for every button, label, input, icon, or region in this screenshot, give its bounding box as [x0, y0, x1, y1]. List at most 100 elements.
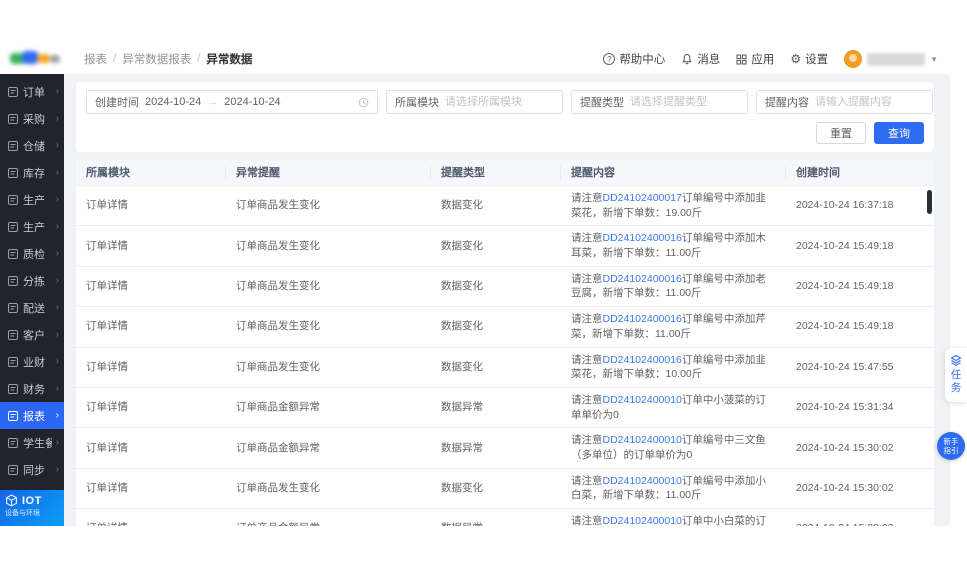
- chevron-right-icon: ›: [56, 248, 59, 259]
- messages-button[interactable]: 消息: [681, 51, 720, 67]
- sidebar-item-sync[interactable]: 同步 ›: [0, 456, 64, 483]
- table-row[interactable]: 订单详情 订单商品发生变化 数据变化 请注意DD24102400016订单编号中…: [76, 348, 934, 388]
- iot-badge[interactable]: IOT 设备与环境: [0, 490, 64, 526]
- order-number-link[interactable]: DD24102400016: [603, 232, 682, 244]
- order-number-link[interactable]: DD24102400016: [603, 354, 682, 366]
- sidebar-item-label: 客户: [23, 327, 52, 343]
- guide-float-button[interactable]: 新手 指引: [937, 432, 965, 460]
- bell-icon: [681, 53, 693, 65]
- module-select-input[interactable]: [445, 96, 554, 108]
- date-range-arrow: →: [207, 96, 218, 108]
- reset-button[interactable]: 重置: [816, 122, 866, 144]
- table-row[interactable]: 订单详情 订单商品金额异常 数据异常 请注意DD24102400010订单中小白…: [76, 509, 934, 526]
- table-row[interactable]: 订单详情 订单商品发生变化 数据变化 请注意DD24102400010订单编号中…: [76, 469, 934, 509]
- order-number-link[interactable]: DD24102400010: [603, 475, 682, 487]
- cell-alert: 订单商品发生变化: [226, 476, 431, 501]
- sidebar-item-production-2[interactable]: 生产 ›: [0, 213, 64, 240]
- sidebar-item-customers[interactable]: 客户 ›: [0, 321, 64, 348]
- sidebar-item-inventory[interactable]: 库存 ›: [0, 159, 64, 186]
- module-select[interactable]: 所属模块: [386, 90, 563, 114]
- sidebar-item-label: 订单: [23, 84, 52, 100]
- help-icon: ?: [603, 53, 615, 65]
- main-content: 创建时间 2024-10-24 → 2024-10-24 所属模块: [64, 74, 950, 526]
- order-number-link[interactable]: DD24102400016: [603, 313, 682, 325]
- sidebar-item-business-finance[interactable]: 业财 ›: [0, 348, 64, 375]
- order-number-link[interactable]: DD24102400010: [603, 434, 682, 446]
- module-label: 所属模块: [395, 94, 439, 110]
- cell-module: 订单详情: [76, 234, 226, 259]
- task-tab-label: 任务: [950, 369, 962, 395]
- breadcrumb-item[interactable]: 报表: [84, 51, 107, 67]
- sidebar-item-delivery[interactable]: 配送 ›: [0, 294, 64, 321]
- settings-button[interactable]: ⚙ 设置: [790, 51, 828, 67]
- cell-type: 数据变化: [431, 476, 561, 501]
- date-from-value[interactable]: 2024-10-24: [145, 96, 201, 108]
- sidebar-item-orders[interactable]: 订单 ›: [0, 78, 64, 105]
- order-number-link[interactable]: DD24102400010: [603, 394, 682, 406]
- menu-icon: [7, 86, 19, 98]
- order-number-link[interactable]: DD24102400016: [603, 273, 682, 285]
- scrollbar-thumb[interactable]: [927, 190, 932, 214]
- chevron-right-icon: ›: [56, 194, 59, 205]
- cell-time: 2024-10-24 16:37:18: [786, 193, 934, 218]
- table-row[interactable]: 订单详情 订单商品金额异常 数据异常 请注意DD24102400010订单编号中…: [76, 428, 934, 468]
- sidebar-item-reports[interactable]: 报表 ›: [0, 402, 64, 429]
- cell-content: 请注意DD24102400017订单编号中添加韭菜花，新增下单数：19.00斤: [561, 186, 786, 225]
- breadcrumb: 报表 异常数据报表 异常数据: [84, 51, 252, 67]
- sidebar-item-student-meals[interactable]: 学生餐 ›: [0, 429, 64, 456]
- cell-time: 2024-10-24 15:49:18: [786, 274, 934, 299]
- cell-time: 2024-10-24 15:49:18: [786, 234, 934, 259]
- alert-type-select-input[interactable]: [630, 96, 739, 108]
- guide-label-line1: 新手: [944, 437, 959, 446]
- task-float-tab[interactable]: 任务: [945, 348, 967, 402]
- avatar: [844, 50, 862, 68]
- chevron-right-icon: ›: [56, 437, 59, 448]
- sidebar-item-label: 同步: [23, 462, 52, 478]
- sidebar-item-purchase[interactable]: 采购 ›: [0, 105, 64, 132]
- help-center-button[interactable]: ? 帮助中心: [603, 51, 665, 67]
- apps-button[interactable]: 应用: [736, 51, 774, 67]
- breadcrumb-separator: [113, 53, 116, 65]
- alert-type-label: 提醒类型: [580, 94, 624, 110]
- sidebar-item-warehouse[interactable]: 仓储 ›: [0, 132, 64, 159]
- cell-content: 请注意DD24102400016订单编号中添加芹菜，新增下单数：11.00斤: [561, 307, 786, 346]
- table-row[interactable]: 订单详情 订单商品金额异常 数据异常 请注意DD24102400010订单中小菠…: [76, 388, 934, 428]
- order-number-link[interactable]: DD24102400010: [603, 515, 682, 526]
- sidebar-item-finance[interactable]: 财务 ›: [0, 375, 64, 402]
- alert-content-field[interactable]: 提醒内容: [756, 90, 933, 114]
- cell-time: 2024-10-24 15:30:02: [786, 516, 934, 526]
- alert-type-select[interactable]: 提醒类型: [571, 90, 748, 114]
- table-row[interactable]: 订单详情 订单商品发生变化 数据变化 请注意DD24102400016订单编号中…: [76, 267, 934, 307]
- sidebar-item-label: 仓储: [23, 138, 52, 154]
- cell-module: 订单详情: [76, 355, 226, 380]
- alert-content-input[interactable]: [815, 96, 924, 108]
- sidebar-item-sorting[interactable]: 分拣 ›: [0, 267, 64, 294]
- date-to-value[interactable]: 2024-10-24: [224, 96, 280, 108]
- sidebar-item-production[interactable]: 生产 ›: [0, 186, 64, 213]
- order-number-link[interactable]: DD24102400017: [603, 192, 682, 204]
- menu-icon: [7, 113, 19, 125]
- cell-type: 数据异常: [431, 395, 561, 420]
- query-button[interactable]: 查询: [874, 122, 924, 144]
- iot-subtitle: 设备与环境: [5, 508, 59, 518]
- app-window: 报表 异常数据报表 异常数据 ? 帮助中心 消息: [0, 0, 967, 566]
- user-name-masked: [867, 53, 925, 66]
- menu-icon: [7, 410, 19, 422]
- column-header-type: 提醒类型: [431, 166, 561, 180]
- date-range-picker[interactable]: 创建时间 2024-10-24 → 2024-10-24: [86, 90, 378, 114]
- sidebar-item-qc[interactable]: 质检 ›: [0, 240, 64, 267]
- menu-icon: [7, 356, 19, 368]
- sidebar-item-label: 报表: [23, 408, 52, 424]
- user-menu[interactable]: ▼: [844, 50, 938, 68]
- menu-icon: [7, 464, 19, 476]
- chevron-right-icon: ›: [56, 383, 59, 394]
- chevron-right-icon: ›: [56, 302, 59, 313]
- table-row[interactable]: 订单详情 订单商品发生变化 数据变化 请注意DD24102400016订单编号中…: [76, 307, 934, 347]
- table-row[interactable]: 订单详情 订单商品发生变化 数据变化 请注意DD24102400017订单编号中…: [76, 186, 934, 226]
- column-header-content: 提醒内容: [561, 166, 786, 180]
- breadcrumb-item[interactable]: 异常数据报表: [122, 51, 191, 67]
- sidebar-menu: 订单 › 采购 › 仓储 › 库存 ›: [0, 78, 64, 483]
- chevron-right-icon: ›: [56, 275, 59, 286]
- table-row[interactable]: 订单详情 订单商品发生变化 数据变化 请注意DD24102400016订单编号中…: [76, 226, 934, 266]
- cell-alert: 订单商品发生变化: [226, 355, 431, 380]
